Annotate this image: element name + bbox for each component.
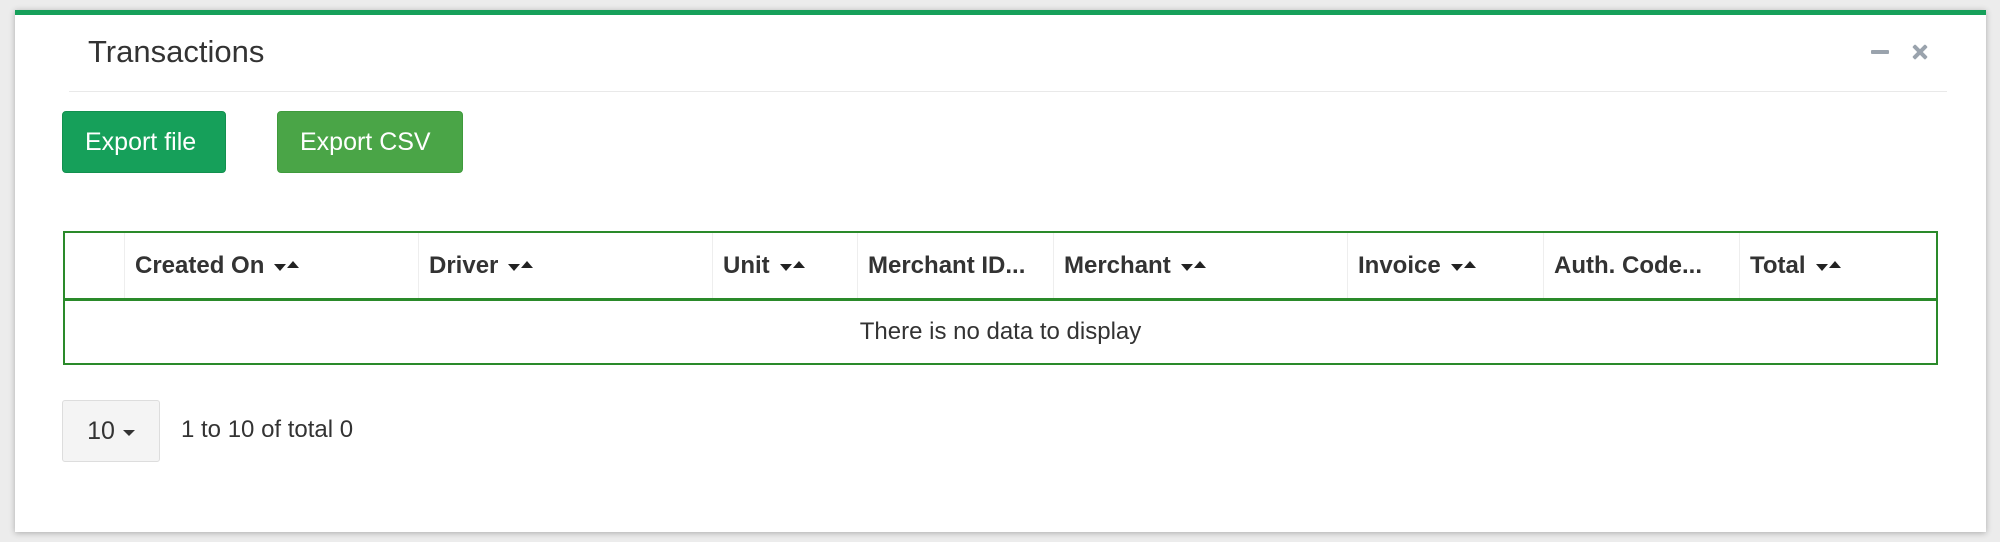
sort-icon[interactable]	[1180, 260, 1206, 271]
column-header-label: Invoice	[1358, 251, 1441, 279]
close-icon	[1912, 44, 1928, 60]
minus-icon	[1871, 50, 1889, 54]
transactions-table: Created On Driver Unit Merchant ID... Me…	[63, 231, 1938, 365]
column-header-label: Merchant ID...	[868, 251, 1026, 279]
column-header-merchant[interactable]: Merchant	[1054, 233, 1348, 298]
column-header-total[interactable]: Total	[1740, 233, 1936, 298]
table-header: Created On Driver Unit Merchant ID... Me…	[65, 233, 1936, 301]
panel-header: Transactions	[69, 15, 1947, 92]
column-header-label: Created On	[135, 251, 265, 279]
column-header-select[interactable]	[65, 233, 125, 298]
chevron-down-icon	[122, 430, 135, 436]
column-header-label: Auth. Code...	[1554, 251, 1702, 279]
pagination-info: 1 to 10 of total 0	[181, 416, 354, 443]
panel-title: Transactions	[88, 34, 265, 69]
sort-icon[interactable]	[1815, 260, 1841, 271]
sort-icon[interactable]	[1450, 260, 1476, 271]
transactions-panel: Transactions Export file Export CSV Crea…	[15, 10, 1986, 532]
column-header-label: Total	[1750, 251, 1806, 279]
export-file-button[interactable]: Export file	[62, 111, 226, 173]
column-header-driver[interactable]: Driver	[419, 233, 713, 298]
sort-icon[interactable]	[508, 260, 534, 271]
page-size-select[interactable]: 10	[62, 400, 160, 462]
column-header-unit[interactable]: Unit	[713, 233, 858, 298]
column-header-label: Driver	[429, 251, 499, 279]
column-header-label: Merchant	[1064, 251, 1171, 279]
panel-tools	[1869, 41, 1931, 63]
empty-message: There is no data to display	[859, 318, 1142, 345]
column-header-invoice[interactable]: Invoice	[1348, 233, 1544, 298]
column-header-label: Unit	[723, 251, 770, 279]
export-csv-button[interactable]: Export CSV	[277, 111, 463, 173]
page-size-value: 10	[87, 416, 115, 445]
minimize-button[interactable]	[1869, 41, 1891, 63]
sort-icon[interactable]	[274, 260, 300, 271]
close-button[interactable]	[1909, 41, 1931, 63]
column-header-merchant-id[interactable]: Merchant ID...	[858, 233, 1054, 298]
column-header-created-on[interactable]: Created On	[125, 233, 419, 298]
sort-icon[interactable]	[779, 260, 805, 271]
column-header-auth-code[interactable]: Auth. Code...	[1544, 233, 1740, 298]
